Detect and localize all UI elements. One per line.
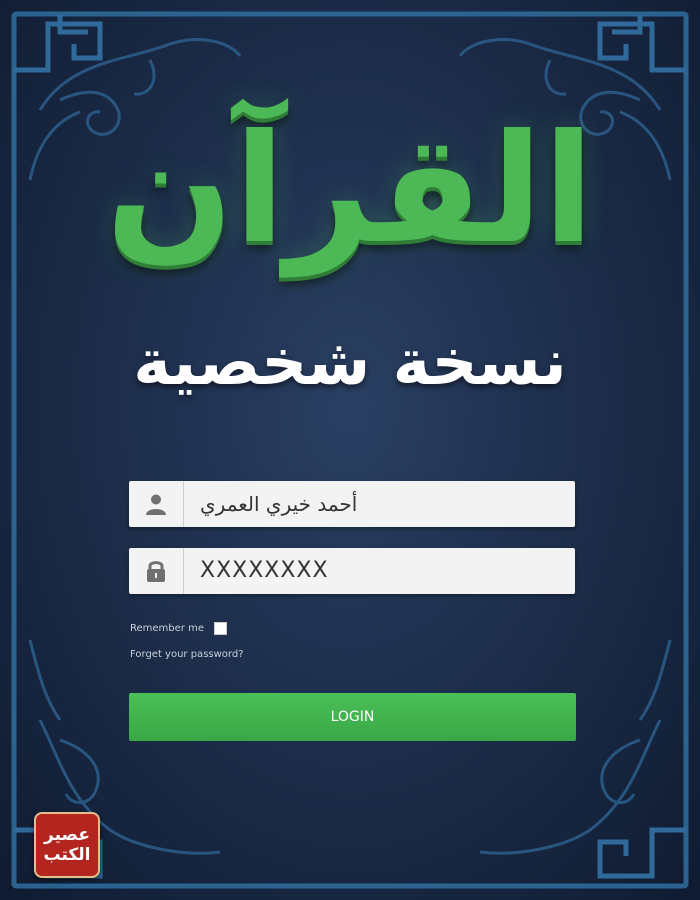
forgot-password-link[interactable]: Forget your password?: [130, 649, 244, 660]
app-subtitle: نسخة شخصية: [133, 326, 567, 400]
user-icon: [129, 481, 184, 527]
lock-icon: [129, 548, 184, 594]
watermark-line2: الكتب: [43, 845, 91, 865]
remember-me-row: Remember me: [130, 622, 227, 635]
username-value: أحمد خيري العمري: [200, 492, 358, 516]
remember-me-label: Remember me: [130, 623, 204, 634]
password-field[interactable]: XXXXXXXX: [129, 548, 575, 594]
watermark-logo: عصير الكتب: [34, 812, 100, 878]
username-field[interactable]: أحمد خيري العمري: [129, 481, 575, 527]
login-button[interactable]: LOGIN: [129, 693, 576, 741]
remember-me-checkbox[interactable]: [213, 622, 227, 635]
password-value: XXXXXXXX: [200, 558, 329, 583]
app-title: القرآن: [105, 103, 595, 277]
watermark-line1: عصير: [44, 825, 90, 845]
